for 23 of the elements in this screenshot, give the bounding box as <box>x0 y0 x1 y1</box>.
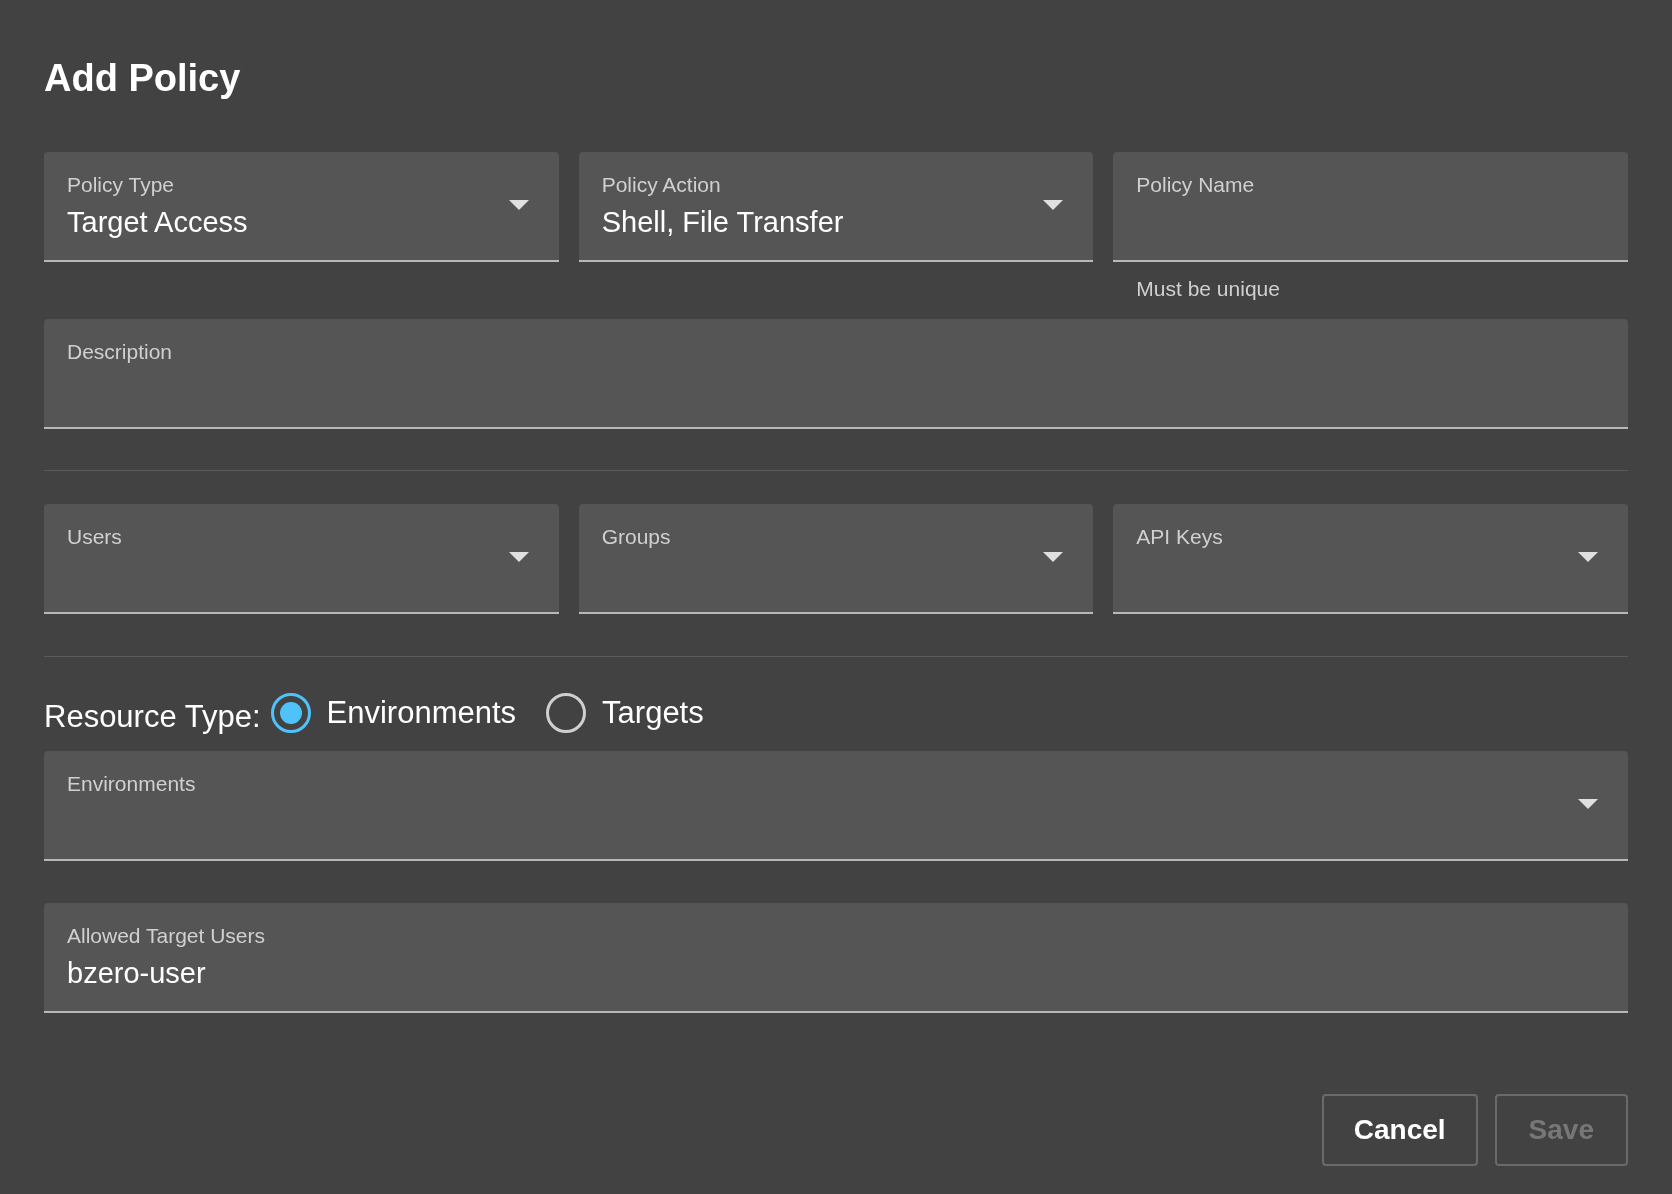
resource-type-label: Resource Type: <box>44 697 261 736</box>
dropdown-caret-icon <box>508 552 529 562</box>
select-field[interactable]: Policy Type Target Access <box>44 152 559 262</box>
dropdown-caret-icon <box>1043 552 1064 562</box>
helper-text: Must be unique <box>1135 276 1281 302</box>
select-field[interactable]: Groups <box>578 504 1094 614</box>
select-field[interactable]: Environments <box>44 751 1628 861</box>
dropdown-caret-icon <box>1578 799 1598 809</box>
dropdown-caret-icon <box>508 200 529 210</box>
select-field[interactable]: Policy Action Shell, File Transfer <box>578 152 1094 262</box>
select-field[interactable]: Users <box>44 504 559 614</box>
radio-icon[interactable] <box>270 693 311 733</box>
input-field[interactable]: Allowed Target Users bzero-user <box>44 903 1628 1013</box>
select-field[interactable]: API Keys <box>1113 504 1628 614</box>
dropdown-caret-icon <box>1043 200 1064 210</box>
radio-icon[interactable] <box>546 693 587 733</box>
radio-option[interactable]: Environments <box>270 689 517 737</box>
dropdown-caret-icon <box>1578 552 1598 562</box>
cancel-button[interactable]: Cancel <box>1321 1094 1478 1166</box>
radio-option[interactable]: Targets <box>546 689 704 737</box>
dialog-title: Add Policy <box>44 56 242 101</box>
input-field[interactable]: Policy Name <box>1113 152 1628 262</box>
input-field[interactable]: Description <box>44 319 1628 429</box>
